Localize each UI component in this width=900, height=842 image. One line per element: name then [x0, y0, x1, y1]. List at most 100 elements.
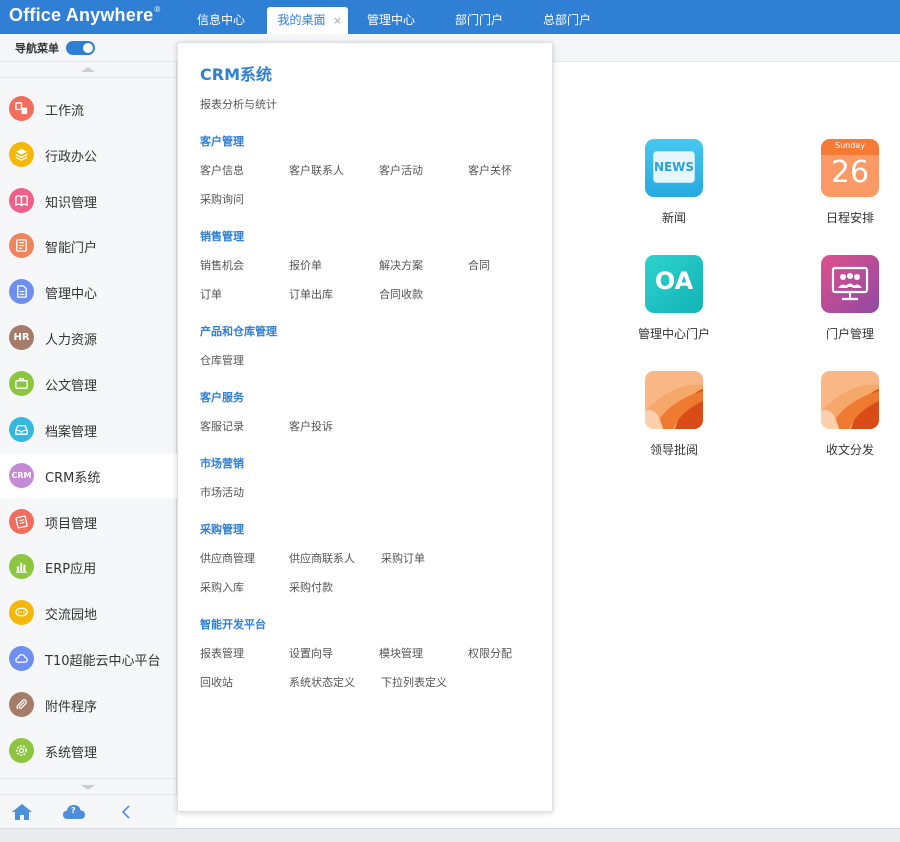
tab-close-icon[interactable]: ×	[333, 7, 342, 34]
flyout-link[interactable]: 客户投诉	[289, 418, 333, 434]
sidebar-item-archives[interactable]: 档案管理	[0, 408, 177, 452]
news-icon-card: NEWS	[653, 151, 695, 183]
portal-manage-icon	[821, 255, 879, 313]
group-title: 产品和仓库管理	[200, 325, 277, 338]
flyout-link[interactable]: 报表管理	[200, 645, 244, 661]
sidebar-item-crm[interactable]: CRM CRM系统	[0, 454, 177, 498]
desk-management-portal[interactable]: OA 管理中心门户	[619, 255, 729, 342]
book-icon	[9, 188, 34, 213]
oa-icon: OA	[645, 255, 703, 313]
flyout-link[interactable]: 客户联系人	[289, 162, 344, 178]
sidebar-item-label: 项目管理	[45, 517, 98, 532]
sidebar-item-erp[interactable]: ERP应用	[0, 545, 177, 589]
flyout-link[interactable]: 解决方案	[379, 257, 423, 273]
group-title: 采购管理	[200, 523, 244, 536]
desk-label: 日程安排	[825, 211, 874, 225]
sidebar-item-label: T10超能云中心平台	[45, 654, 161, 669]
group-title: 客户管理	[200, 135, 244, 148]
crm-icon: CRM	[9, 463, 34, 488]
desk-leader-review[interactable]: 领导批阅	[619, 371, 729, 458]
cloud-icon	[9, 646, 34, 671]
sidebar-item-management-center[interactable]: 管理中心	[0, 270, 177, 314]
desk-label: 领导批阅	[649, 443, 698, 457]
hr-icon: HR	[9, 325, 34, 350]
desk-schedule[interactable]: Sunday 26 日程安排	[795, 139, 900, 226]
flyout-link[interactable]: 仓库管理	[200, 352, 244, 368]
caret-up-icon	[81, 67, 95, 72]
flyout-link[interactable]: 市场活动	[200, 484, 244, 500]
sidebar-item-smart-portal[interactable]: 智能门户	[0, 224, 177, 268]
flyout-link[interactable]: 订单	[200, 286, 222, 302]
flyout-link-reports[interactable]: 报表分析与统计	[200, 96, 277, 112]
layers-icon	[9, 142, 34, 167]
sidebar-item-label: 交流园地	[45, 608, 98, 623]
tab-management-center[interactable]: 管理中心	[352, 7, 430, 34]
flyout-link[interactable]: 模块管理	[379, 645, 423, 661]
flyout-link[interactable]: 销售机会	[200, 257, 244, 273]
sidebar-bottom-bar: ?	[0, 794, 177, 828]
flyout-link[interactable]: 合同收款	[379, 286, 423, 302]
flyout-link[interactable]: 客户关怀	[468, 162, 512, 178]
flyout-link[interactable]: 采购入库	[200, 579, 244, 595]
tab-info-center[interactable]: 信息中心	[182, 7, 260, 34]
sidebar-item-label: 档案管理	[45, 425, 98, 440]
desk-portal-management[interactable]: 门户管理	[795, 255, 900, 342]
cloud-help-mark: ?	[71, 806, 76, 815]
sidebar-item-knowledge[interactable]: 知识管理	[0, 179, 177, 223]
sidebar-scroll-down[interactable]	[0, 778, 177, 794]
flyout-link[interactable]: 供应商管理	[200, 550, 255, 566]
sidebar-scroll-up[interactable]	[0, 62, 177, 78]
flyout-link[interactable]: 回收站	[200, 674, 233, 690]
sidebar-item-official-docs[interactable]: 公文管理	[0, 362, 177, 406]
chat-icon	[9, 600, 34, 625]
nav-menu-toggle[interactable]	[66, 41, 95, 55]
toggle-knob	[83, 43, 93, 53]
sidebar-item-label: CRM系统	[45, 471, 101, 486]
sidebar-item-community[interactable]: 交流园地	[0, 591, 177, 635]
sidebar-item-hr[interactable]: HR 人力资源	[0, 316, 177, 360]
flyout-link[interactable]: 供应商联系人	[289, 550, 355, 566]
sidebar-item-label: 系统管理	[45, 746, 98, 761]
sidebar-item-label: 管理中心	[45, 287, 98, 302]
flyout-link[interactable]: 采购询问	[200, 191, 244, 207]
flyout-link[interactable]: 客服记录	[200, 418, 244, 434]
tab-department-portal[interactable]: 部门门户	[440, 7, 518, 34]
sidebar-item-t10-cloud[interactable]: T10超能云中心平台	[0, 637, 177, 681]
top-bar: Office Anywhere® 信息中心 我的桌面 × 管理中心 部门门户 总部…	[0, 0, 900, 34]
portal-icon	[9, 233, 34, 258]
flyout-link[interactable]: 报价单	[289, 257, 322, 273]
flyout-link[interactable]: 客户信息	[200, 162, 244, 178]
project-icon	[9, 509, 34, 534]
paperclip-icon	[9, 692, 34, 717]
desk-receive-distribute[interactable]: 收文分发	[795, 371, 900, 458]
caret-down-icon	[81, 785, 95, 790]
flyout-link[interactable]: 合同	[468, 257, 490, 273]
review-icon	[645, 371, 703, 429]
sidebar-item-attachments[interactable]: 附件程序	[0, 683, 177, 727]
sidebar-item-system[interactable]: 系统管理	[0, 729, 177, 773]
flyout-link[interactable]: 设置向导	[289, 645, 333, 661]
sidebar-item-workflow[interactable]: 工作流	[0, 87, 177, 131]
sidebar-item-admin-office[interactable]: 行政办公	[0, 133, 177, 177]
tab-hq-portal[interactable]: 总部门户	[528, 7, 606, 34]
cloud-help-button[interactable]: ?	[62, 801, 86, 823]
nav-menu-label: 导航菜单	[15, 42, 59, 55]
sidebar-item-label: 附件程序	[45, 700, 98, 715]
sidebar-item-project[interactable]: 项目管理	[0, 500, 177, 544]
sidebar-item-label: 公文管理	[45, 379, 98, 394]
home-button[interactable]	[10, 801, 34, 823]
flyout-link[interactable]: 下拉列表定义	[381, 674, 447, 690]
collapse-sidebar-button[interactable]	[114, 801, 138, 823]
desk-label: 新闻	[661, 211, 686, 225]
flyout-link[interactable]: 采购付款	[289, 579, 333, 595]
chart-icon	[9, 554, 34, 579]
sidebar-item-label: 人力资源	[45, 333, 98, 348]
flyout-link[interactable]: 订单出库	[289, 286, 333, 302]
desk-news[interactable]: NEWS 新闻	[619, 139, 729, 226]
flyout-link[interactable]: 客户活动	[379, 162, 423, 178]
flyout-link[interactable]: 权限分配	[468, 645, 512, 661]
flyout-link[interactable]: 采购订单	[381, 550, 425, 566]
tab-my-desktop[interactable]: 我的桌面 ×	[267, 7, 348, 34]
flyout-link[interactable]: 系统状态定义	[289, 674, 355, 690]
desk-label: 门户管理	[825, 327, 874, 341]
